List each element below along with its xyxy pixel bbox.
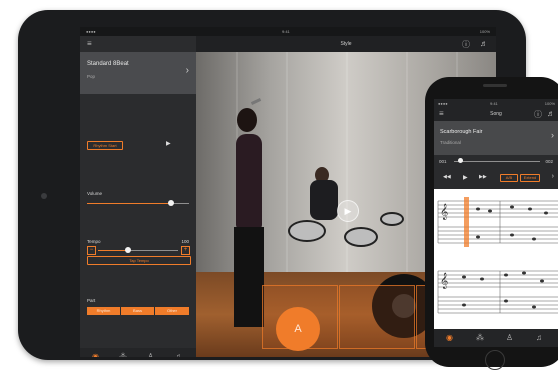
tempo-increase-button[interactable]: + xyxy=(181,246,190,255)
rewind-icon[interactable]: ◀◀ xyxy=(443,174,451,180)
status-battery: 100% xyxy=(479,29,490,34)
section-a-button[interactable]: A xyxy=(276,307,320,351)
song-tab-icon[interactable]: ◉ xyxy=(446,333,453,342)
menu-icon[interactable]: ≡ xyxy=(87,39,92,48)
part-label: Part xyxy=(87,298,96,303)
transport-controls: 001 002 ◀◀ ▶ ▶▶ A/B Extend › xyxy=(434,155,558,189)
chevron-right-icon: › xyxy=(185,65,189,76)
phone-status-bar: ●●●● 9:41 100% xyxy=(434,99,558,107)
help-icon[interactable]: ⓘ xyxy=(462,39,470,50)
position-start: 001 xyxy=(439,159,447,164)
snare-drum xyxy=(344,227,378,247)
metronome-icon[interactable]: ♙ xyxy=(147,352,154,357)
part-bass-button[interactable]: Bass xyxy=(121,307,154,315)
singer-figure xyxy=(237,108,257,132)
position-slider[interactable] xyxy=(454,161,540,162)
bottom-tab-bar: ◉ ⁂ ♙ ♫ xyxy=(80,348,196,357)
carrier-signal-icon: ●●●● xyxy=(86,29,96,34)
score-icon[interactable]: ♫ xyxy=(536,333,542,342)
phone-status-time: 9:41 xyxy=(490,101,498,106)
tempo-knob[interactable] xyxy=(125,247,132,253)
fast-forward-icon[interactable]: ▶▶ xyxy=(479,174,487,180)
status-time: 9:41 xyxy=(282,29,290,34)
home-button[interactable] xyxy=(485,350,505,370)
microphone-icon xyxy=(250,98,262,105)
top-bar: Style ⓘ ♬ xyxy=(196,36,496,52)
play-icon[interactable]: ▶ xyxy=(337,200,359,222)
tap-tempo-button[interactable]: Tap Tempo xyxy=(87,256,191,265)
position-knob[interactable] xyxy=(458,158,464,163)
phone-screen: ●●●● 9:41 100% ≡ Song ⓘ ♬ Scarborough Fa… xyxy=(434,99,558,347)
ab-repeat-button[interactable]: A/B xyxy=(500,174,518,182)
extend-button[interactable]: Extend xyxy=(520,174,540,182)
phone-top-bar: ≡ Song ⓘ ♬ xyxy=(434,107,558,121)
control-sidebar: ≡ Standard 8Beat Pop › Rhythm Start ▶ Vo… xyxy=(80,36,196,357)
tempo-value: 100 xyxy=(181,239,189,244)
volume-knob[interactable] xyxy=(167,200,174,206)
status-bar: ●●●● 9:41 100% xyxy=(80,27,496,36)
style-selector[interactable]: Standard 8Beat Pop › xyxy=(80,52,196,94)
song-selector[interactable]: Scarborough Fair Traditional › xyxy=(434,121,558,155)
score-staves: 𝄞 𝄞 xyxy=(437,197,558,314)
part-rhythm-button[interactable]: Rhythm xyxy=(87,307,120,315)
phone-speaker xyxy=(483,84,507,87)
style-tab-icon[interactable]: ⁂ xyxy=(119,352,127,357)
chevron-right-icon[interactable]: › xyxy=(552,173,554,180)
pad-b[interactable] xyxy=(339,285,415,349)
part-other-button[interactable]: Other xyxy=(155,307,189,315)
carrier-signal-icon: ●●●● xyxy=(438,101,448,106)
tablet-camera xyxy=(41,193,47,199)
volume-fill xyxy=(87,203,171,204)
song-subtitle: Traditional xyxy=(440,140,461,145)
svg-text:𝄞: 𝄞 xyxy=(440,273,448,289)
tom-drum xyxy=(288,220,326,242)
volume-label: Volume xyxy=(87,191,103,196)
music-stand-icon[interactable]: ♬ xyxy=(547,109,555,118)
phone-status-battery: 100% xyxy=(544,101,555,106)
rhythm-start-button[interactable]: Rhythm Start xyxy=(87,141,123,150)
page-title: Style xyxy=(340,41,352,47)
help-icon[interactable]: ⓘ xyxy=(534,109,542,120)
style-name: Standard 8Beat xyxy=(87,61,129,67)
chevron-right-icon: › xyxy=(551,130,554,140)
tempo-fill xyxy=(98,250,129,251)
music-stand-icon[interactable]: ♬ xyxy=(480,39,488,48)
playhead-marker xyxy=(464,197,469,247)
score-icon[interactable]: ♫ xyxy=(175,352,181,357)
tempo-decrease-button[interactable]: − xyxy=(87,246,96,255)
play-icon[interactable]: ▶ xyxy=(463,174,468,181)
song-title: Scarborough Fair xyxy=(440,129,483,135)
play-icon[interactable]: ▶ xyxy=(166,140,171,147)
style-category: Pop xyxy=(87,74,96,79)
tempo-label: Tempo xyxy=(87,239,101,244)
floor-tom xyxy=(380,212,404,226)
position-end: 002 xyxy=(545,159,553,164)
svg-text:𝄞: 𝄞 xyxy=(440,204,448,220)
phone-tab-bar: ◉ ⁂ ♙ ♫ xyxy=(434,329,558,347)
sheet-music: 𝄞 𝄞 xyxy=(434,189,558,329)
song-tab-icon[interactable]: ◉ xyxy=(92,352,99,357)
style-tab-icon[interactable]: ⁂ xyxy=(476,333,484,342)
phone-device: ●●●● 9:41 100% ≡ Song ⓘ ♬ Scarborough Fa… xyxy=(425,77,558,370)
metronome-icon[interactable]: ♙ xyxy=(506,333,513,342)
